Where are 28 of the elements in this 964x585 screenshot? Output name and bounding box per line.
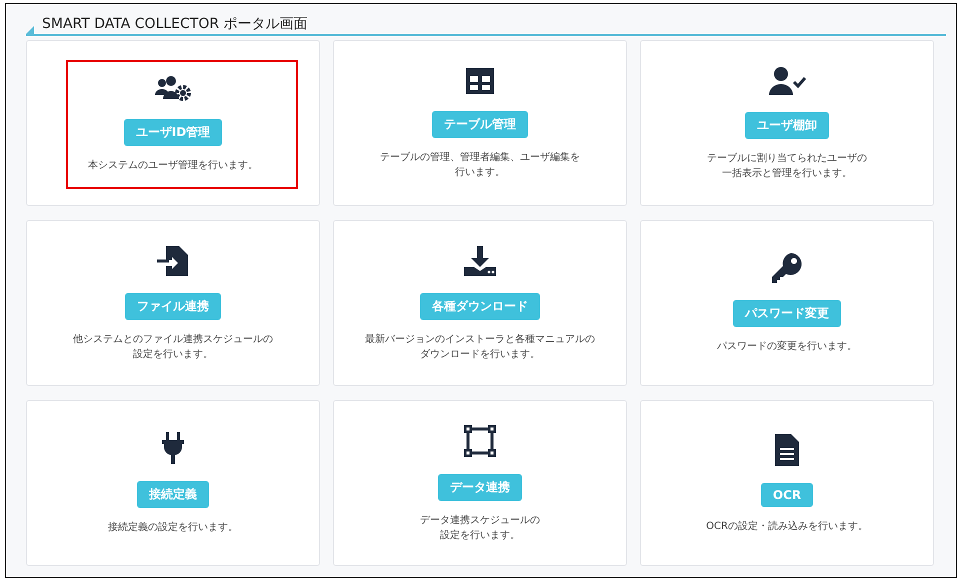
download-icon	[463, 244, 497, 276]
table-icon	[465, 66, 495, 94]
page-title: SMART DATA COLLECTOR ポータル画面	[42, 15, 308, 34]
plug-icon	[159, 431, 187, 465]
card-description: 接続定義の設定を行います。	[108, 520, 238, 535]
menu-button[interactable]: 接続定義	[137, 481, 209, 508]
menu-button[interactable]: テーブル管理	[432, 110, 528, 138]
user-check-icon	[767, 66, 807, 96]
card-description: データ連携スケジュールの 設定を行います。	[420, 514, 540, 542]
menu-button[interactable]: ユーザID管理	[124, 119, 222, 146]
document-icon	[774, 432, 800, 466]
card-description: 最新バージョンのインストーラと各種マニュアルの ダウンロードを行います。	[365, 332, 595, 362]
menu-button[interactable]: OCR	[760, 482, 814, 506]
card-description: 他システムとのファイル連携スケジュールの 設定を行います。	[73, 332, 273, 362]
card-description: 本システムのユーザ管理を行います。	[88, 158, 258, 173]
menu-button[interactable]: パスワード変更	[733, 300, 841, 327]
key-icon	[771, 252, 803, 284]
menu-button[interactable]: データ連携	[438, 474, 522, 500]
menu-button[interactable]: ユーザ棚卸	[745, 112, 829, 138]
card-description: テーブルに割り当てられたユーザの 一括表示と管理を行います。	[707, 152, 867, 180]
file-import-icon	[156, 244, 190, 276]
card-description: テーブルの管理、管理者編集、ユーザ編集を 行います。	[380, 150, 580, 180]
menu-button[interactable]: 各種ダウンロード	[420, 292, 540, 320]
menu-button[interactable]: ファイル連携	[125, 292, 221, 320]
card-description: OCRの設定・読み込みを行います。	[706, 520, 868, 534]
users-gear-icon	[153, 73, 193, 103]
vector-square-icon	[463, 424, 497, 458]
card-description: パスワードの変更を行います。	[717, 340, 857, 354]
